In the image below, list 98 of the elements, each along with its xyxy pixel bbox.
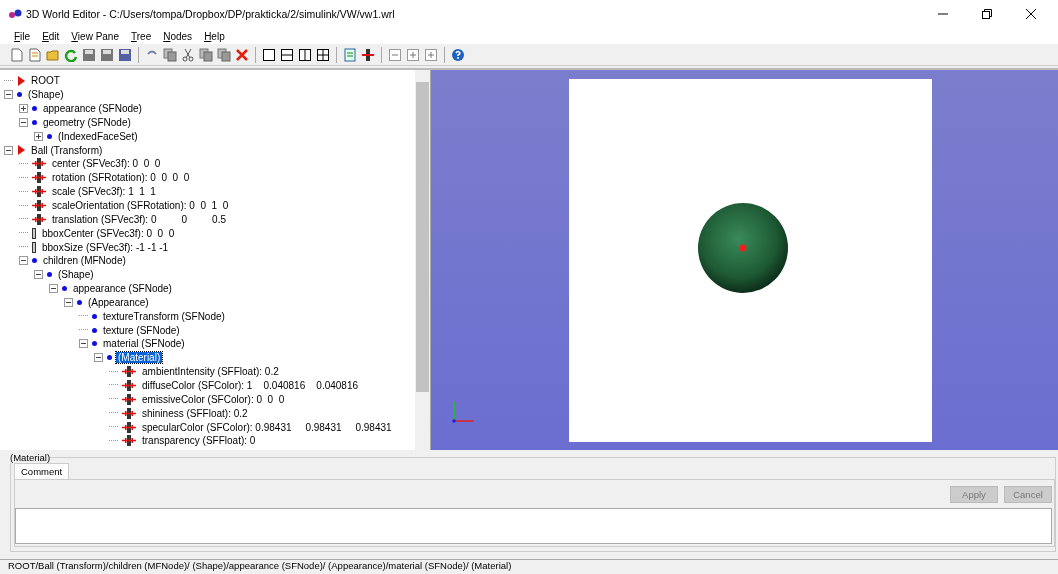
- dot-icon: [32, 258, 37, 264]
- help-icon[interactable]: [451, 47, 465, 62]
- tree-node[interactable]: ROOT: [29, 75, 62, 87]
- collapse-icon[interactable]: [19, 256, 28, 266]
- collapse-icon[interactable]: [64, 297, 73, 307]
- folder-icon[interactable]: [46, 47, 60, 62]
- collapse-icon[interactable]: [94, 353, 103, 363]
- axes-icon: [451, 400, 475, 424]
- field-icon: [122, 366, 136, 378]
- tree-node[interactable]: center (SFVec3f): 0 0 0: [50, 158, 163, 170]
- field-icon: [122, 421, 136, 433]
- field-icon: [32, 200, 46, 211]
- tree-node[interactable]: (Material): [116, 352, 163, 364]
- collapse-icon[interactable]: [34, 270, 43, 280]
- node-icon: [17, 75, 25, 86]
- tree-node[interactable]: transparency (SFFloat): 0: [140, 435, 258, 447]
- minus-icon[interactable]: [388, 47, 402, 62]
- tree-node[interactable]: geometry (SFNode): [41, 116, 133, 128]
- tree-node[interactable]: texture (SFNode): [101, 324, 182, 336]
- plus-icon[interactable]: [406, 47, 420, 62]
- tree-node[interactable]: material (SFNode): [101, 338, 187, 350]
- close-icon[interactable]: [1026, 9, 1036, 19]
- collapse-icon[interactable]: [49, 284, 58, 294]
- delete-icon[interactable]: [235, 47, 249, 62]
- menu-item[interactable]: View Pane: [71, 30, 119, 42]
- doc-icon[interactable]: [28, 47, 42, 62]
- app-logo-icon: [8, 9, 22, 19]
- collapse-icon[interactable]: [4, 145, 13, 155]
- collapse-icon[interactable]: [79, 339, 88, 349]
- save-icon[interactable]: [82, 47, 96, 62]
- dot-icon: [47, 133, 52, 139]
- field-icon: [32, 227, 36, 239]
- field-icon: [32, 186, 46, 198]
- expand-icon[interactable]: [19, 104, 28, 114]
- tree-node[interactable]: Ball (Transform): [29, 144, 105, 156]
- new-icon[interactable]: [10, 47, 24, 62]
- tree-node[interactable]: shininess (SFFloat): 0.2: [140, 407, 250, 419]
- tree-node[interactable]: translation (SFVec3f): 0 0 0.5: [50, 213, 228, 225]
- field-icon[interactable]: [361, 47, 375, 62]
- refresh-icon[interactable]: [64, 47, 78, 62]
- collapse-icon[interactable]: [19, 117, 28, 127]
- tree-node[interactable]: rotation (SFRotation): 0 0 0 0: [50, 172, 192, 184]
- dot-icon: [17, 92, 22, 98]
- dot-icon: [77, 299, 82, 305]
- restore-icon[interactable]: [982, 9, 992, 19]
- tree-node[interactable]: appearance (SFNode): [71, 283, 174, 295]
- tree-node[interactable]: (Appearance): [86, 296, 151, 308]
- dot-icon: [32, 119, 37, 125]
- dot-icon: [92, 313, 97, 319]
- tree-node[interactable]: diffuseColor (SFColor): 1 0.040816 0.040816: [140, 380, 361, 391]
- tree-node[interactable]: scale (SFVec3f): 1 1 1: [50, 186, 158, 198]
- tree-node[interactable]: specularColor (SFColor): 0.98431 0.98431 0.98431: [140, 421, 394, 433]
- dot-icon: [92, 341, 97, 347]
- tab[interactable]: Comment: [14, 463, 70, 479]
- copy-icon[interactable]: [163, 47, 177, 62]
- tree-node[interactable]: bboxCenter (SFVec3f): 0 0 0: [40, 227, 177, 239]
- node-icon: [17, 145, 25, 156]
- group-title: (Material): [10, 452, 51, 463]
- dot-icon: [32, 106, 37, 112]
- menu-item[interactable]: Nodes: [163, 30, 193, 42]
- field-icon: [32, 158, 46, 170]
- field-icon: [122, 380, 136, 391]
- field-icon: [122, 393, 136, 405]
- tree-node[interactable]: scaleOrientation (SFRotation): 0 0 1 0: [50, 200, 231, 211]
- comment-field[interactable]: [15, 508, 1052, 544]
- tree-node[interactable]: (Shape): [26, 89, 66, 101]
- menu-item[interactable]: Edit: [42, 30, 60, 42]
- field-icon: [122, 407, 136, 419]
- tree-node[interactable]: (IndexedFaceSet): [56, 130, 140, 142]
- tree-node[interactable]: bboxSize (SFVec3f): -1 -1 -1: [40, 241, 171, 253]
- tree-node[interactable]: (Shape): [56, 269, 96, 281]
- tree-node[interactable]: ambientIntensity (SFFloat): 0.2: [140, 366, 281, 378]
- expand-icon[interactable]: [34, 131, 43, 141]
- tree-node[interactable]: textureTransform (SFNode): [101, 310, 227, 322]
- field-icon: [122, 435, 136, 447]
- paste-icon[interactable]: [199, 47, 213, 62]
- scrollbar[interactable]: [415, 70, 430, 450]
- menu-item[interactable]: Help: [204, 30, 225, 42]
- field-icon: [32, 241, 36, 253]
- dot-icon: [47, 272, 52, 278]
- dot-icon: [107, 355, 112, 361]
- paste-icon[interactable]: [217, 47, 231, 62]
- menu-item[interactable]: File: [14, 30, 31, 42]
- saveas-icon[interactable]: [118, 47, 132, 62]
- tree-node[interactable]: emissiveColor (SFColor): 0 0 0: [140, 393, 287, 405]
- status-bar: ROOT/Ball (Transform)/children (MFNode)/ (Shape)/appearance (SFNode)/ (Appearance)/material (SFNode)/ (Material): [0, 559, 1058, 574]
- collapse-icon[interactable]: [4, 90, 13, 100]
- menu-item[interactable]: Tree: [131, 30, 152, 42]
- tree-node[interactable]: children (MFNode): [41, 255, 128, 267]
- dot-icon: [62, 286, 67, 292]
- dot-icon: [92, 327, 97, 333]
- 3d-viewport[interactable]: [431, 70, 1058, 450]
- field-icon: [32, 213, 46, 225]
- save-icon[interactable]: [100, 47, 114, 62]
- window-title: 3D World Editor - C:/Users/tompa/Dropbox/DP/prakticka/2/simulink/VW/vw1.wrl: [26, 8, 395, 20]
- tree-node[interactable]: appearance (SFNode): [41, 103, 144, 115]
- cut-icon[interactable]: [181, 47, 195, 62]
- field-icon: [32, 172, 46, 184]
